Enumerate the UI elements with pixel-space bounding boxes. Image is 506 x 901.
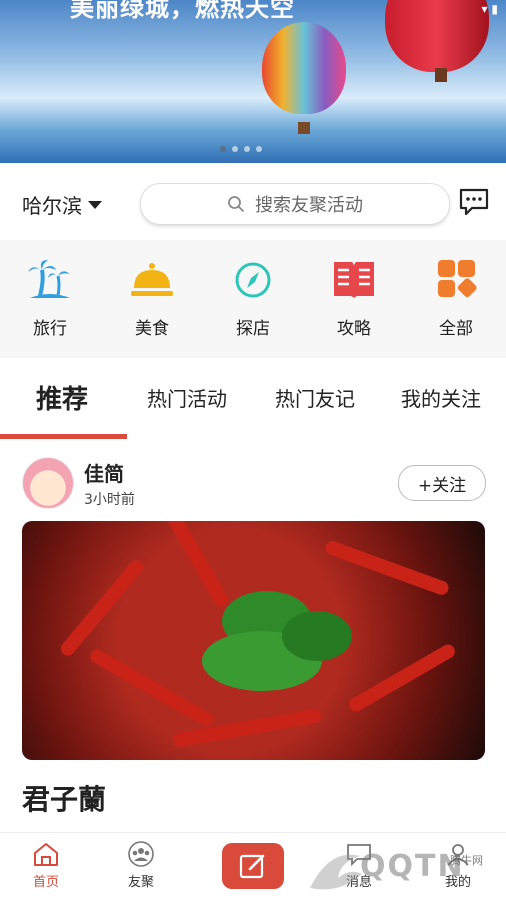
city-label: 哈尔滨 [22,194,82,218]
active-tab-indicator [0,434,127,439]
edit-icon [239,854,265,879]
follow-button[interactable]: +关注 [398,465,486,501]
palm-tree-icon [28,260,70,298]
promo-banner[interactable]: 美丽绿城，燃热天空 ▾ ▮ [0,0,506,163]
group-icon [128,841,154,867]
tab-recommended[interactable]: 推荐 [36,379,88,416]
avatar[interactable] [22,457,74,509]
category-shop-visit[interactable]: 探店 [218,258,288,339]
category-guide[interactable]: 攻略 [319,258,389,339]
tab-hot-events[interactable]: 热门活动 [147,383,227,412]
category-all[interactable]: 全部 [421,258,491,339]
tab-following[interactable]: 我的关注 [401,383,481,412]
city-selector[interactable]: 哈尔滨 [22,190,102,219]
food-cloche-icon [131,263,173,296]
post-time: 3小时前 [84,492,135,508]
carousel-dot[interactable] [220,146,226,152]
chat-bubble-icon[interactable] [458,186,490,218]
compass-icon [235,262,271,298]
feed-tabs: 推荐 热门活动 热门友记 我的关注 [0,358,506,440]
grid-icon [438,260,477,298]
nav-gatherings[interactable]: 友聚 [111,841,171,890]
nav-label: 首页 [32,875,59,890]
status-bar-icons: ▾ ▮ [481,2,498,16]
search-placeholder: 搜索友聚活动 [255,195,363,216]
nav-label: 友聚 [127,875,154,890]
category-label: 美食 [135,319,169,339]
balloon-basket [298,122,310,134]
carousel-dots [220,146,262,152]
category-travel[interactable]: 旅行 [15,258,85,339]
carousel-dot[interactable] [244,146,250,152]
publish-button[interactable] [222,843,284,889]
post-photo[interactable] [22,521,485,760]
tab-hot-notes[interactable]: 热门友记 [275,383,355,412]
category-food[interactable]: 美食 [117,258,187,339]
balloon-basket [435,68,447,82]
category-grid: 旅行 美食 探店 攻略 全部 [0,240,506,358]
nav-home[interactable]: 首页 [16,841,76,890]
category-label: 全部 [439,319,473,339]
banner-title: 美丽绿城，燃热天空 [70,0,295,22]
watermark-subtext: 腾牛网 [450,854,483,867]
search-input[interactable]: 搜索友聚活动 [140,183,450,225]
hot-air-balloon-image [262,22,346,114]
author-name[interactable]: 佳简 [84,458,124,487]
category-label: 旅行 [33,319,67,339]
category-label: 探店 [236,319,270,339]
book-icon [334,262,374,298]
category-label: 攻略 [337,319,371,339]
watermark-text: QQTN [360,849,465,884]
carousel-dot[interactable] [256,146,262,152]
post-title[interactable]: 君子蘭 [22,778,106,818]
home-icon [34,843,58,866]
caret-down-icon [88,200,102,209]
search-icon [228,196,244,212]
hot-air-balloon-image [385,0,489,72]
carousel-dot[interactable] [232,146,238,152]
